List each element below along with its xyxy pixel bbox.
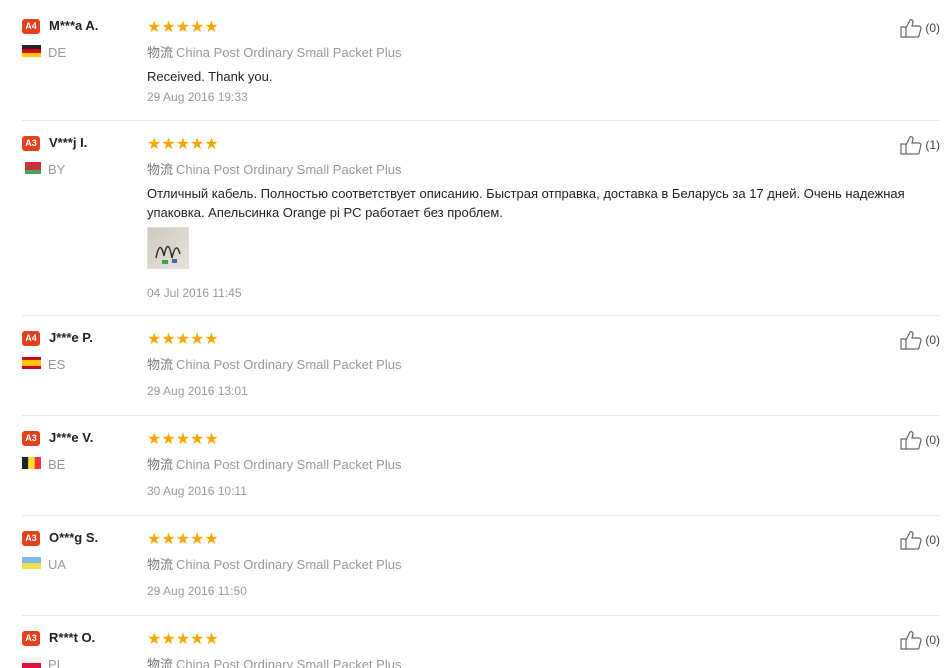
shipping-label: 物流	[147, 45, 174, 60]
helpful-button[interactable]: (1)	[900, 135, 940, 155]
helpful-button[interactable]: (0)	[900, 430, 940, 450]
buyer-name: V***j I.	[49, 135, 88, 150]
review-date: 29 Aug 2016 19:33	[147, 90, 248, 104]
helpful-count: (1)	[925, 138, 940, 152]
feedback-list: A4 M***a A. DE ★★★★★ 物流 China Post Ordina…	[0, 0, 946, 668]
review-date: 04 Jul 2016 11:45	[147, 286, 242, 300]
flag-by-icon	[22, 162, 41, 174]
buyer-country: UA	[48, 557, 67, 572]
flag-ua-icon	[22, 557, 41, 569]
helpful-count: (0)	[925, 533, 940, 547]
buyer-level-badge: A4	[22, 331, 40, 346]
helpful-button[interactable]: (0)	[900, 530, 940, 550]
review-date: 29 Aug 2016 13:01	[147, 384, 248, 398]
shipping-label: 物流	[147, 557, 174, 572]
buyer-name: J***e P.	[49, 330, 93, 345]
shipping-method: 物流 China Post Ordinary Small Packet Plus	[147, 454, 401, 473]
shipping-label: 物流	[147, 162, 174, 177]
star-rating: ★★★★★	[147, 331, 219, 348]
buyer-level-badge: A3	[22, 631, 40, 646]
review-date: 29 Aug 2016 11:50	[147, 584, 247, 598]
review-comment: Received. Thank you.	[147, 69, 273, 84]
review-date: 30 Aug 2016 10:11	[147, 484, 247, 498]
star-rating: ★★★★★	[147, 19, 219, 36]
helpful-count: (0)	[925, 333, 940, 347]
review-item: A3 R***t O. PL ★★★★★ 物流 China Post Ordina…	[22, 615, 940, 668]
buyer-name: M***a A.	[49, 18, 99, 33]
buyer-country: DE	[48, 45, 67, 60]
shipping-method: 物流 China Post Ordinary Small Packet Plus	[147, 554, 401, 573]
review-photo[interactable]	[147, 227, 189, 269]
thumbs-up-icon	[900, 331, 922, 350]
buyer-country: ES	[48, 357, 66, 372]
buyer-level-badge: A4	[22, 19, 40, 34]
flag-es-icon	[22, 357, 41, 369]
helpful-count: (0)	[925, 633, 940, 647]
helpful-button[interactable]: (0)	[900, 630, 940, 650]
star-rating: ★★★★★	[147, 431, 219, 448]
shipping-label: 物流	[147, 657, 174, 668]
review-comment: Отличный кабель. Полностью соответствует…	[147, 186, 905, 220]
shipping-name: China Post Ordinary Small Packet Plus	[176, 657, 402, 668]
star-rating: ★★★★★	[147, 136, 219, 153]
shipping-name: China Post Ordinary Small Packet Plus	[176, 457, 402, 472]
buyer-country: BE	[48, 457, 66, 472]
flag-pl-icon	[22, 657, 41, 668]
review-item: A4 M***a A. DE ★★★★★ 物流 China Post Ordina…	[22, 4, 940, 120]
shipping-method: 物流 China Post Ordinary Small Packet Plus	[147, 654, 401, 668]
flag-be-icon	[22, 457, 41, 469]
shipping-name: China Post Ordinary Small Packet Plus	[176, 357, 402, 372]
helpful-button[interactable]: (0)	[900, 330, 940, 350]
helpful-count: (0)	[925, 433, 940, 447]
thumbs-up-icon	[900, 136, 922, 155]
review-item: A3 O***g S. UA ★★★★★ 物流 China Post Ordina…	[22, 515, 940, 616]
flag-de-icon	[22, 45, 41, 57]
buyer-country: PL	[48, 657, 64, 668]
buyer-level-badge: A3	[22, 531, 40, 546]
shipping-label: 物流	[147, 357, 174, 372]
buyer-level-badge: A3	[22, 431, 40, 446]
buyer-name: J***e V.	[49, 430, 94, 445]
star-rating: ★★★★★	[147, 631, 219, 648]
thumbs-up-icon	[900, 431, 922, 450]
buyer-name: R***t O.	[49, 630, 96, 645]
buyer-name: O***g S.	[49, 530, 99, 545]
star-rating: ★★★★★	[147, 531, 219, 548]
review-item: A3 J***e V. BE ★★★★★ 物流 China Post Ordina…	[22, 415, 940, 516]
thumbs-up-icon	[900, 19, 922, 38]
review-item: A4 J***e P. ES ★★★★★ 物流 China Post Ordina…	[22, 315, 940, 416]
shipping-method: 物流 China Post Ordinary Small Packet Plus	[147, 42, 401, 61]
thumbs-up-icon	[900, 531, 922, 550]
cable-photo-icon	[155, 245, 181, 264]
shipping-name: China Post Ordinary Small Packet Plus	[176, 45, 402, 60]
shipping-name: China Post Ordinary Small Packet Plus	[176, 557, 402, 572]
shipping-label: 物流	[147, 457, 174, 472]
shipping-method: 物流 China Post Ordinary Small Packet Plus	[147, 159, 401, 178]
shipping-name: China Post Ordinary Small Packet Plus	[176, 162, 402, 177]
thumbs-up-icon	[900, 631, 922, 650]
review-item: A3 V***j I. BY ★★★★★ 物流 China Post Ordina…	[22, 120, 940, 316]
helpful-count: (0)	[925, 21, 940, 35]
buyer-level-badge: A3	[22, 136, 40, 151]
shipping-method: 物流 China Post Ordinary Small Packet Plus	[147, 354, 401, 373]
helpful-button[interactable]: (0)	[900, 18, 940, 38]
buyer-country: BY	[48, 162, 66, 177]
